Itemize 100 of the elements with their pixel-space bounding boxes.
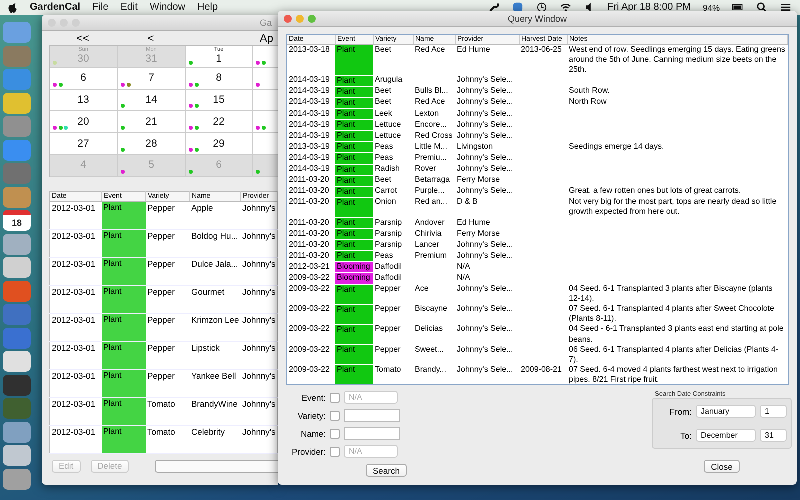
app-tile-icon[interactable] xyxy=(3,186,31,208)
app-tile-icon[interactable] xyxy=(3,280,31,302)
app-tile-icon[interactable] xyxy=(3,92,31,114)
calendar-day[interactable]: 29 xyxy=(186,133,253,155)
menu-item[interactable]: File xyxy=(92,2,109,13)
search-icon[interactable] xyxy=(756,2,768,13)
event-cell: Plant xyxy=(335,364,373,384)
wifi-icon[interactable] xyxy=(560,2,572,13)
calendar-day[interactable] xyxy=(253,90,278,112)
table-cell: Parsnip xyxy=(373,218,413,229)
checkbox[interactable] xyxy=(330,428,340,438)
app-tile-icon[interactable] xyxy=(3,22,31,43)
calendar-day[interactable] xyxy=(253,68,278,90)
calendar-day[interactable]: 21 xyxy=(118,111,186,134)
filter-label: Provider: xyxy=(290,446,327,456)
app-tile-icon[interactable] xyxy=(3,69,31,90)
table-cell: Little M... xyxy=(415,142,448,151)
app-tile-icon[interactable] xyxy=(3,445,31,466)
app-tile-icon[interactable] xyxy=(3,257,31,278)
menu-item[interactable]: Edit xyxy=(120,2,138,13)
table-cell: 2011-03-20 xyxy=(287,250,335,262)
calendar-day[interactable]: 20 xyxy=(50,111,118,134)
event-cell: Plant xyxy=(335,228,373,240)
text-field[interactable] xyxy=(155,460,278,473)
apple-logo-icon[interactable] xyxy=(8,2,18,13)
calendar-day[interactable]: 27 xyxy=(50,133,118,155)
month-dropdown[interactable]: January xyxy=(696,405,756,418)
search-button[interactable]: Search xyxy=(366,464,407,477)
event-cell: Plant xyxy=(335,120,373,131)
window-title: Query Window xyxy=(506,14,568,24)
table-cell: Chirivia xyxy=(415,228,442,238)
event-cell: Plant xyxy=(102,257,146,286)
app-tile-icon[interactable] xyxy=(3,422,31,442)
calendar-day[interactable] xyxy=(253,133,278,155)
calendar-day[interactable]: 28 xyxy=(118,133,186,155)
table-cell-text: Ferry Morse xyxy=(456,228,502,240)
app-tile-icon[interactable] xyxy=(3,304,31,325)
calendar-day[interactable] xyxy=(253,111,278,134)
input-field[interactable] xyxy=(344,409,400,422)
calendar-day[interactable]: 13 xyxy=(50,90,118,112)
app-tile-icon[interactable] xyxy=(3,163,31,184)
app-tile-icon[interactable] xyxy=(3,234,31,254)
table-cell: Krimzon Lee xyxy=(190,313,240,342)
table-cell: Tomato xyxy=(146,397,190,426)
day-number: 30 xyxy=(78,53,90,66)
table-cell: 2014-03-19 xyxy=(287,130,335,142)
app-tile-icon[interactable] xyxy=(3,351,31,372)
clock-icon[interactable] xyxy=(536,2,548,13)
table-cell: Pepper xyxy=(146,285,190,314)
clock-text[interactable]: Fri Apr 18 8:00 PM xyxy=(608,2,691,13)
input-field[interactable] xyxy=(344,427,400,440)
calendar-day[interactable]: 8 xyxy=(186,68,253,90)
nav-button[interactable]: << xyxy=(49,33,117,45)
nav-button[interactable]: < xyxy=(117,33,185,45)
battery-icon[interactable] xyxy=(732,2,744,13)
wrench-icon[interactable] xyxy=(488,2,500,13)
app-tile-icon[interactable] xyxy=(3,468,31,490)
calendar-day[interactable]: 14 xyxy=(118,90,186,112)
app-tile-icon[interactable] xyxy=(3,398,31,419)
table-cell: Brandy... xyxy=(415,364,446,374)
event-cell: Plant xyxy=(102,285,146,314)
menu-item[interactable]: Window xyxy=(150,2,186,13)
table-cell: 2011-03-20 xyxy=(287,228,335,240)
table-cell: Onion xyxy=(373,197,413,218)
notes-cell: West end of row. Seedlings emerging 15 days. Eating greens around the 5th of June. Canning medium size beets on the 25th. xyxy=(569,45,786,74)
app-tile-icon[interactable] xyxy=(3,374,31,396)
day-number: 13 xyxy=(78,94,90,106)
calendar-icon[interactable]: 18 xyxy=(3,210,31,231)
day-number: 15 xyxy=(213,94,225,106)
app-tile-icon[interactable] xyxy=(3,140,31,160)
table-cell: Lettuce xyxy=(373,120,413,131)
table-cell: Tomato xyxy=(373,364,413,384)
table-cell: 2014-03-19 xyxy=(287,120,335,131)
calendar-day[interactable] xyxy=(253,154,278,177)
day-dropdown[interactable]: 1 xyxy=(760,405,787,418)
checkbox[interactable] xyxy=(330,410,340,420)
event-cell: Plant xyxy=(335,344,373,365)
table-cell: Pepper xyxy=(373,304,413,324)
filter-label: Variety: xyxy=(296,410,327,420)
app-tile-icon[interactable] xyxy=(3,328,31,348)
calendar-day[interactable]: 7 xyxy=(118,68,186,90)
app-menu[interactable]: GardenCal xyxy=(30,2,81,13)
close-button[interactable]: Close xyxy=(704,460,740,473)
table-cell-text: Johnny's Sele... xyxy=(456,324,514,336)
table-cell: Peas xyxy=(373,250,413,262)
day-dropdown[interactable]: 31 xyxy=(760,429,787,442)
menu-item[interactable]: Help xyxy=(198,2,218,13)
table-cell-text: Ed Hume xyxy=(456,218,492,228)
list-icon[interactable] xyxy=(780,2,792,13)
app-tile-icon[interactable] xyxy=(3,116,31,137)
table-cell: 2011-03-20 xyxy=(287,218,335,229)
calendar-day[interactable]: 15 xyxy=(186,90,253,112)
calendar-day[interactable] xyxy=(253,46,278,68)
app-tile-icon[interactable] xyxy=(3,46,31,66)
calendar-day[interactable]: 22 xyxy=(186,111,253,134)
calendar-day[interactable]: 6 xyxy=(50,68,118,90)
table-cell: 2013-06-25 xyxy=(521,45,562,54)
battery-percent[interactable]: 94% xyxy=(702,2,720,12)
month-dropdown[interactable]: December xyxy=(696,429,756,442)
table-cell: Parsnip xyxy=(373,240,413,251)
